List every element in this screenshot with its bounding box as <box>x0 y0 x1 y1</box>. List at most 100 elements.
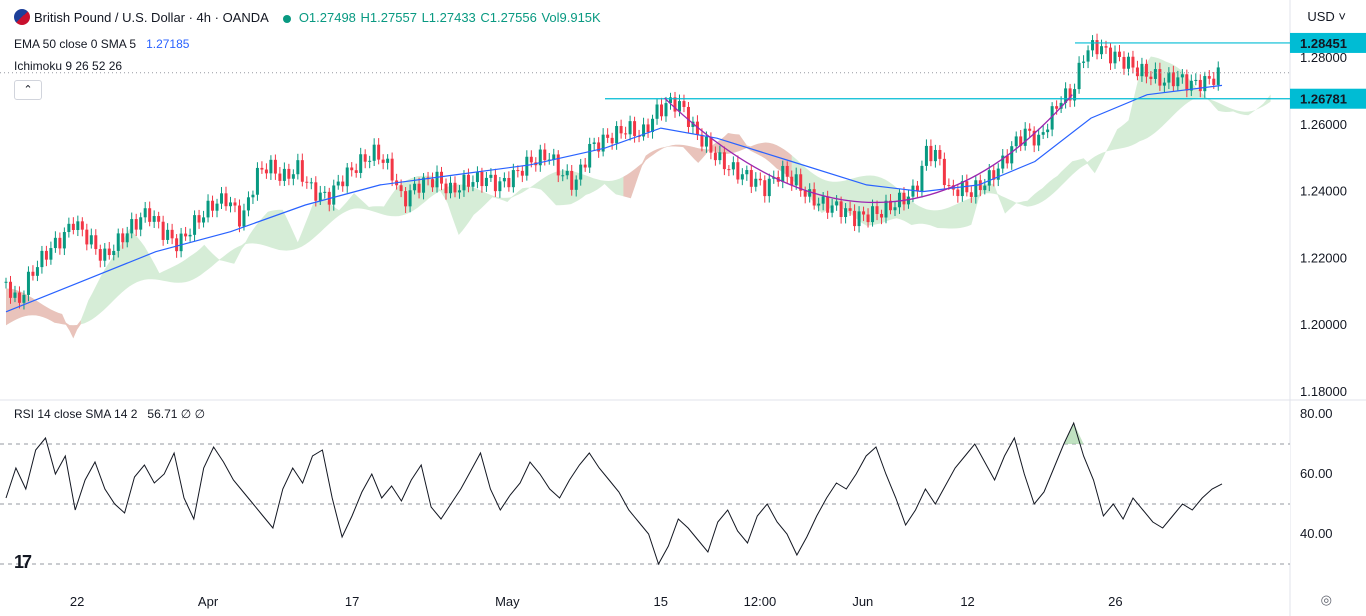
time-tick-label: 12 <box>960 594 974 609</box>
candle-body <box>345 167 349 187</box>
candle-body <box>704 136 708 147</box>
candle-body <box>157 216 161 222</box>
candle-body <box>718 152 722 161</box>
candle-body <box>1028 128 1032 131</box>
candle-body <box>94 235 98 250</box>
candle-body <box>857 211 861 227</box>
tradingview-logo-icon[interactable]: 17 <box>14 552 32 573</box>
candle-body <box>745 170 749 175</box>
candle-body <box>188 234 192 237</box>
candle-body <box>1203 76 1207 92</box>
candle-body <box>956 189 960 197</box>
low-value: L1.27433 <box>421 10 476 25</box>
candle-body <box>489 174 493 178</box>
candle-body <box>377 144 381 160</box>
candle-body <box>318 192 322 201</box>
candle-body <box>228 202 232 207</box>
candle-body <box>1180 74 1184 78</box>
candle-body <box>897 192 901 208</box>
candle-body <box>71 223 75 230</box>
candle-body <box>453 182 457 193</box>
candle-body <box>785 165 789 177</box>
candle-body <box>1122 56 1126 69</box>
ichimoku-label: Ichimoku 9 26 52 26 <box>14 59 123 73</box>
candle-body <box>803 190 807 197</box>
candle-body <box>354 170 358 173</box>
candle-body <box>561 175 565 177</box>
candle-body <box>260 167 264 170</box>
candle-body <box>1216 67 1220 85</box>
candle-body <box>98 249 102 261</box>
ema-legend[interactable]: EMA 50 close 0 SMA 5 1.27185 <box>14 36 189 52</box>
candle-body <box>31 271 35 276</box>
rsi-value: 56.71 <box>147 407 178 421</box>
candle-body <box>839 201 843 218</box>
candle-body <box>152 216 156 222</box>
rsi-pane: 80.00 60.00 40.00 <box>0 406 1333 566</box>
candle-body <box>1135 67 1139 77</box>
candle-body <box>363 154 367 162</box>
candle-body <box>4 281 8 283</box>
candle-body <box>350 167 354 171</box>
candle-body <box>848 208 852 211</box>
candle-body <box>435 171 439 188</box>
candle-body <box>332 185 336 205</box>
ichimoku-cloud-bear <box>6 288 81 339</box>
candle-body <box>13 292 17 298</box>
settings-icon[interactable]: ◎ <box>1321 592 1332 608</box>
candle-body <box>853 210 857 227</box>
candle-body <box>987 170 991 186</box>
high-value: H1.27557 <box>360 10 417 25</box>
candle-body <box>44 250 48 260</box>
candle-body <box>1041 132 1045 135</box>
price-tick-label: 1.18000 <box>1300 384 1347 399</box>
rsi-tick-label: 60.00 <box>1300 466 1333 481</box>
price-tick-label: 1.26000 <box>1300 117 1347 132</box>
chart-canvas[interactable]: 1.28451 1.26781 1.28000 1.26000 1.24000 1.22… <box>0 0 1366 616</box>
candle-body <box>619 126 623 134</box>
collapse-legend-button[interactable]: ⌃ <box>14 80 42 100</box>
rsi-legend[interactable]: RSI 14 close SMA 14 2 56.71 ∅ ∅ <box>14 406 205 422</box>
candle-body <box>556 154 560 176</box>
ema-label: EMA 50 close 0 SMA 5 <box>14 37 137 51</box>
rsi-label: RSI 14 close SMA 14 2 <box>14 407 138 421</box>
candle-body <box>341 181 345 187</box>
candle-body <box>139 217 143 230</box>
candle-body <box>543 149 547 161</box>
symbol-title[interactable]: British Pound / U.S. Dollar · 4h · OANDA <box>34 10 269 25</box>
candle-body <box>727 169 731 171</box>
gbp-usd-flag-icon <box>14 9 30 25</box>
candle-body <box>1046 129 1050 133</box>
candle-body <box>107 248 111 256</box>
candle-body <box>880 213 884 218</box>
candle-body <box>646 124 650 132</box>
currency-selector[interactable]: USD ˅ <box>1307 9 1346 24</box>
candle-body <box>215 203 219 211</box>
candle-body <box>749 170 753 187</box>
candle-body <box>570 170 574 190</box>
time-tick-label: Apr <box>198 594 219 609</box>
ichimoku-legend[interactable]: Ichimoku 9 26 52 26 <box>14 58 122 74</box>
candle-body <box>386 158 390 163</box>
candle-body <box>179 233 183 252</box>
candle-body <box>1212 78 1216 85</box>
candle-body <box>507 177 511 188</box>
candle-body <box>255 167 259 195</box>
candle-body <box>624 133 628 135</box>
candle-body <box>237 205 241 227</box>
candle-body <box>246 197 250 211</box>
candle-body <box>264 169 268 174</box>
candle-body <box>1194 79 1198 81</box>
chevron-up-icon: ⌃ <box>23 84 33 96</box>
candle-body <box>1117 51 1121 57</box>
candle-body <box>368 160 372 162</box>
candle-body <box>902 192 906 205</box>
candle-body <box>1207 76 1211 79</box>
candle-body <box>22 294 26 303</box>
candle-body <box>1104 46 1108 48</box>
market-status-icon <box>282 14 291 23</box>
time-tick-label: 26 <box>1108 594 1122 609</box>
candle-body <box>736 162 740 180</box>
candle-body <box>457 190 461 193</box>
ohlc-values: O1.27498 H1.27557 L1.27433 C1.27556 Vol9… <box>299 10 602 25</box>
